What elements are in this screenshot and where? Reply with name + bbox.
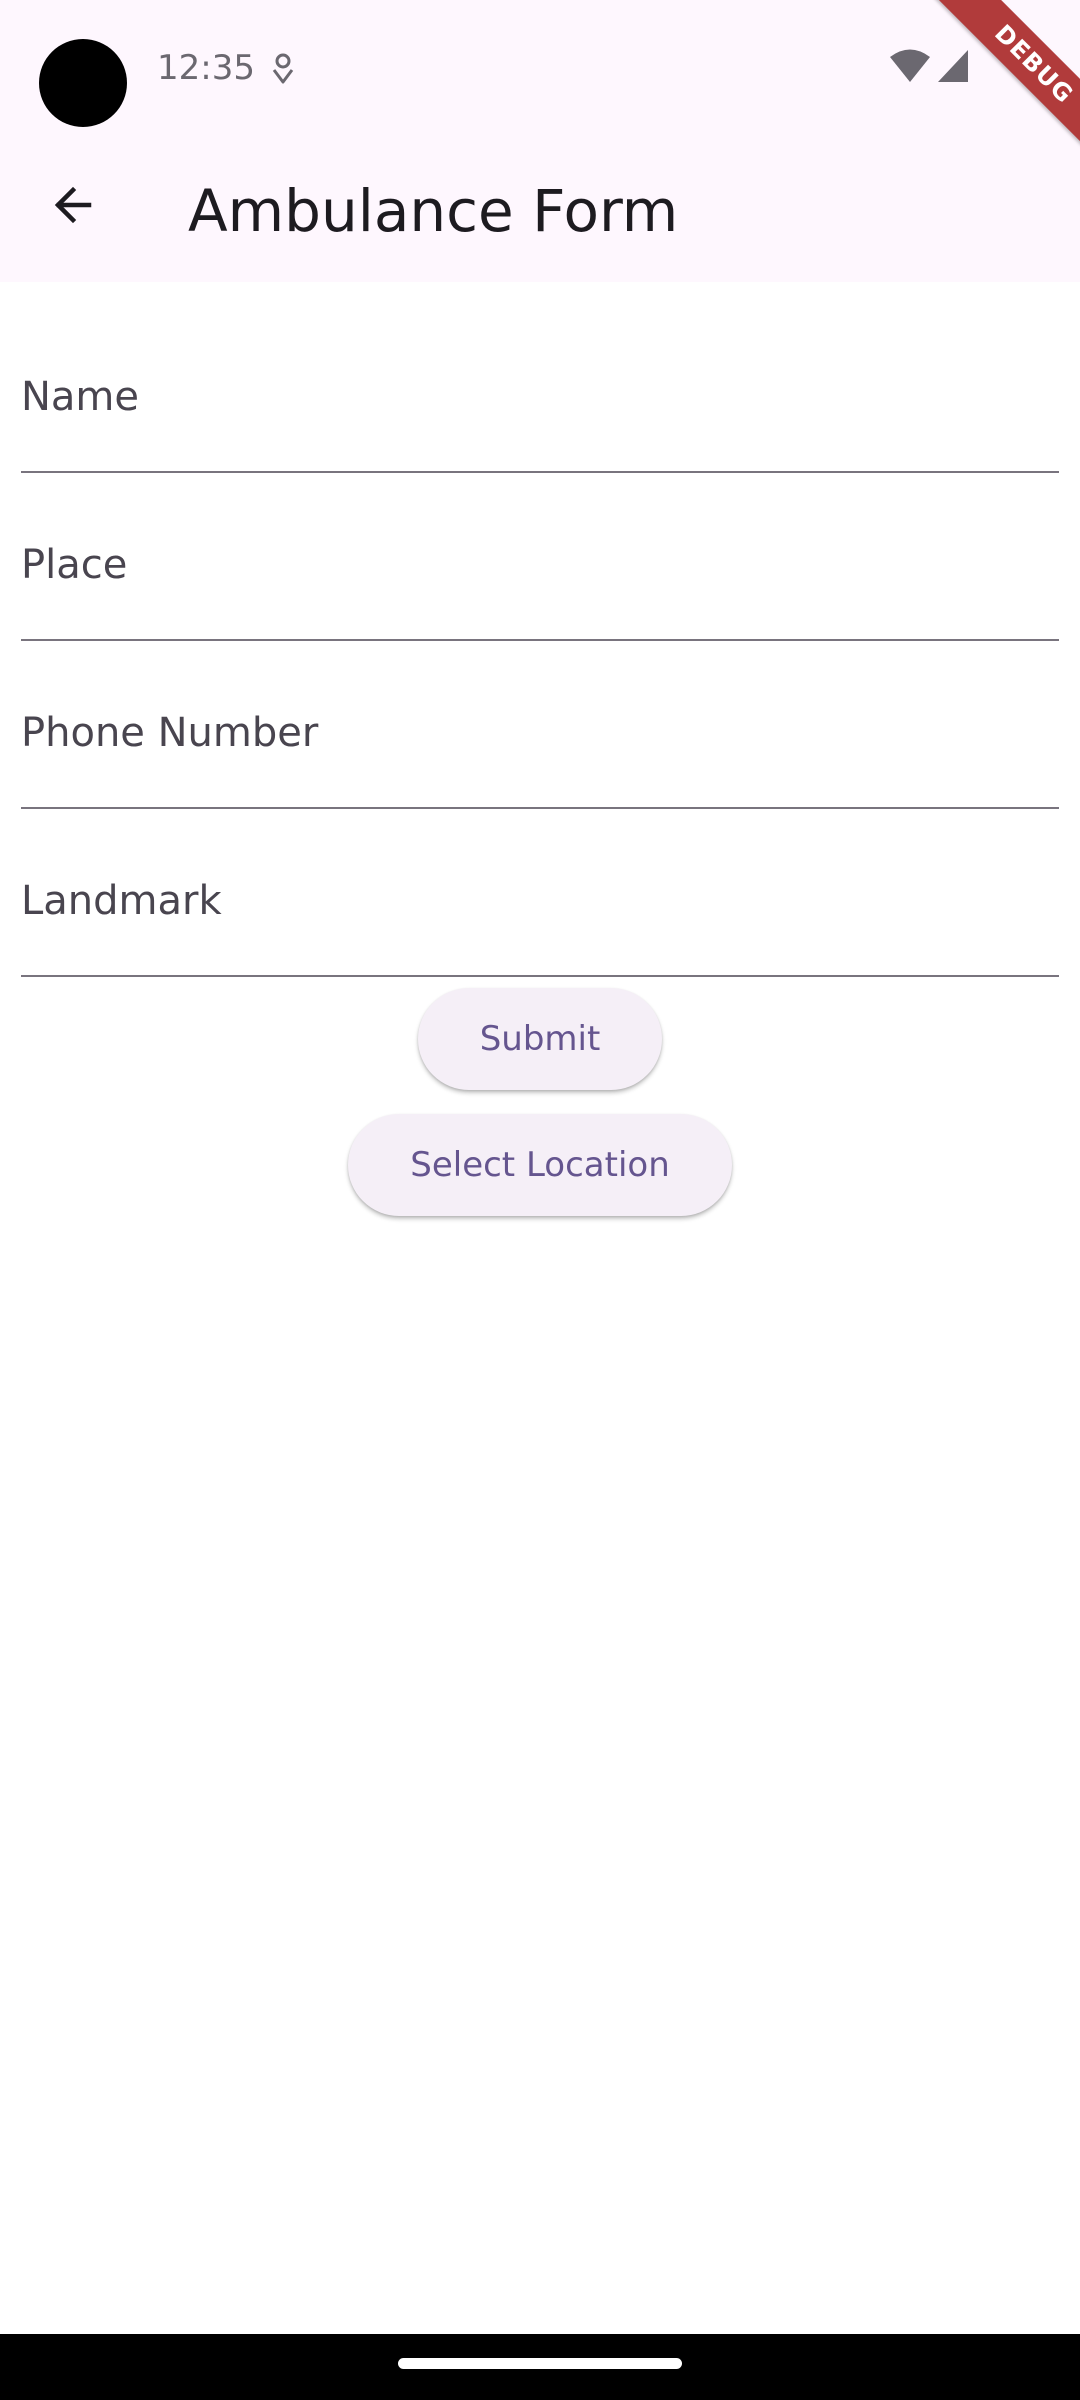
landmark-field[interactable] — [21, 827, 1059, 977]
arrow-back-icon — [54, 186, 92, 224]
home-indicator[interactable] — [398, 2358, 682, 2369]
location-pin-icon — [268, 52, 298, 86]
status-time: 12:35 — [157, 48, 255, 88]
back-button[interactable] — [36, 168, 110, 242]
landmark-input[interactable] — [21, 827, 1059, 975]
page-title: Ambulance Form — [188, 177, 679, 245]
place-input[interactable] — [21, 491, 1059, 639]
phone-number-field[interactable] — [21, 659, 1059, 809]
select-location-button[interactable]: Select Location — [348, 1114, 732, 1216]
wifi-icon — [888, 48, 932, 84]
camera-cutout — [39, 39, 127, 127]
name-input[interactable] — [21, 323, 1059, 471]
phone-number-input[interactable] — [21, 659, 1059, 807]
place-field[interactable] — [21, 491, 1059, 641]
app-screen: 12:35 Ambulance Form Name Place Phone Nu… — [0, 0, 1080, 2334]
submit-button[interactable]: Submit — [418, 988, 662, 1090]
top-bar-area: 12:35 Ambulance Form — [0, 0, 1080, 282]
name-field[interactable] — [21, 323, 1059, 473]
cell-signal-icon — [936, 48, 970, 84]
